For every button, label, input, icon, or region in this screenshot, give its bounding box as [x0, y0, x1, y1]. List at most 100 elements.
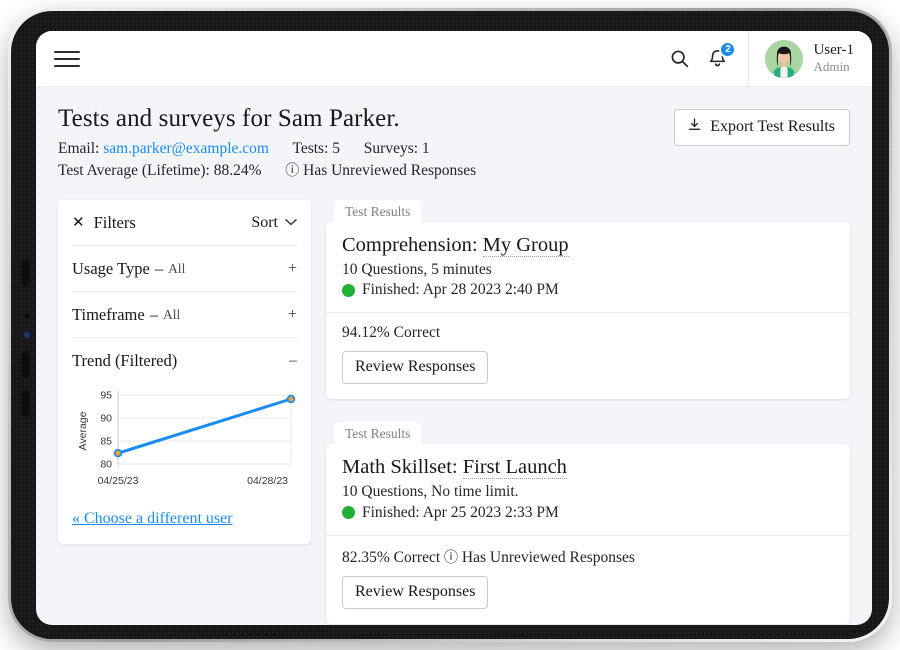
app-header: 2 User-1 Admin	[36, 31, 872, 87]
clock-alert-icon: ⓘ	[444, 550, 459, 566]
filter-dash: –	[149, 304, 158, 324]
card-score: 82.35% Correct ⓘ Has Unreviewed Response…	[342, 547, 834, 567]
filter-expand-toggle[interactable]: +	[288, 260, 297, 278]
filter-title: Usage Type	[72, 258, 150, 278]
export-test-results-button[interactable]: Export Test Results	[674, 109, 850, 146]
card-header: Math Skillset: First Launch 10 Questions…	[326, 444, 850, 536]
bell-icon[interactable]: 2	[698, 40, 737, 78]
page-header-row: Tests and surveys for Sam Parker. Email:…	[58, 105, 850, 183]
card-questions: 10 Questions, 5 minutes	[342, 260, 492, 278]
email-label: Email:	[58, 140, 100, 157]
clock-alert-icon: ⓘ	[285, 164, 300, 180]
page-content: Tests and surveys for Sam Parker. Email:…	[36, 87, 872, 625]
card-tab-label: Test Results	[334, 422, 422, 446]
device-power-button[interactable]	[21, 389, 30, 417]
trend-line-chart-svg: 95 90 85 80 Average 04/25/23 04/28/23	[77, 389, 296, 487]
device-microphone-dot	[25, 314, 29, 318]
filter-title: Timeframe	[72, 304, 145, 324]
meta-line-email: Email: sam.parker@example.com Tests: 5 S…	[58, 138, 476, 160]
filter-title: Trend (Filtered)	[72, 350, 178, 370]
trend-chart: 95 90 85 80 Average 04/25/23 04/28/23	[72, 377, 297, 504]
status-dot-finished-icon	[342, 506, 355, 520]
test-average: Test Average (Lifetime): 88.24%	[58, 162, 262, 180]
filter-collapse-toggle[interactable]: –	[289, 352, 297, 370]
card-footer: 82.35% Correct ⓘ Has Unreviewed Response…	[326, 536, 850, 624]
hamburger-icon[interactable]	[52, 46, 82, 72]
filters-title: Filters	[93, 212, 136, 232]
card-score-value: 82.35% Correct	[342, 548, 441, 566]
meta-line-average: Test Average (Lifetime): 88.24% ⓘ Has Un…	[58, 160, 476, 182]
device-bezel: 2 User-1 Admin Tests and surveys for Sam…	[11, 11, 889, 639]
card-header: Comprehension: My Group 10 Questions, 5 …	[326, 222, 850, 314]
card-title-prefix: Comprehension:	[342, 233, 478, 256]
close-icon[interactable]: ✕	[72, 213, 85, 232]
result-card-group: Test Results Comprehension: My Group 10 …	[326, 199, 850, 400]
filter-value: All	[162, 306, 181, 322]
data-point-0	[113, 448, 123, 458]
tests-count: Tests: 5	[292, 140, 341, 157]
filter-row-usage-type[interactable]: Usage Type – All +	[72, 246, 297, 292]
filter-expand-toggle[interactable]: +	[288, 306, 297, 324]
x-tick-0: 04/25/23	[98, 475, 139, 487]
surveys-count: Surveys: 1	[363, 140, 430, 157]
review-responses-button[interactable]: Review Responses	[342, 575, 489, 609]
device-volume-up-button[interactable]	[21, 259, 30, 287]
result-card-group: Test Results Math Skillset: First Launch…	[326, 422, 850, 624]
y-tick-90: 90	[100, 412, 112, 424]
user-text: User-1 Admin	[813, 42, 854, 74]
user-name: User-1	[813, 42, 854, 59]
search-icon[interactable]	[660, 40, 698, 78]
filter-row-timeframe[interactable]: Timeframe – All +	[72, 292, 297, 338]
page-title: Tests and surveys for Sam Parker.	[58, 105, 400, 132]
y-axis-label: Average	[77, 411, 89, 450]
card-tab-label: Test Results	[334, 199, 422, 223]
filters-header-row: ✕ Filters Sort	[72, 200, 297, 246]
filter-dash: –	[154, 258, 164, 278]
card-title-target[interactable]: My Group	[482, 233, 569, 257]
unreviewed-label: Has Unreviewed Responses	[303, 162, 477, 180]
page-header-text: Tests and surveys for Sam Parker. Email:…	[58, 105, 476, 183]
card-title-prefix: Math Skillset:	[342, 456, 458, 479]
avatar	[765, 39, 804, 78]
card-score-value: 94.12% Correct	[342, 324, 441, 342]
content-columns: ✕ Filters Sort Usage Type – All + Timefr…	[58, 199, 850, 625]
sort-dropdown[interactable]: Sort	[251, 214, 297, 232]
card-footer: 94.12% Correct Review Responses	[326, 313, 850, 399]
y-tick-80: 80	[100, 458, 112, 470]
export-button-label: Export Test Results	[710, 118, 835, 135]
trend-line	[116, 397, 293, 455]
device-camera-lens	[23, 331, 31, 339]
choose-different-user-link[interactable]: « Choose a different user	[72, 510, 233, 527]
y-tick-85: 85	[100, 435, 112, 447]
review-responses-button[interactable]: Review Responses	[342, 351, 489, 385]
card-status: Finished: Apr 25 2023 2:33 PM	[362, 503, 559, 521]
x-tick-1: 04/28/23	[247, 475, 288, 487]
choose-user-row: « Choose a different user	[72, 504, 297, 544]
card-score: 94.12% Correct	[342, 324, 834, 342]
card-status: Finished: Apr 28 2023 2:40 PM	[362, 281, 559, 299]
notification-badge: 2	[719, 40, 737, 58]
results-column: Test Results Comprehension: My Group 10 …	[326, 199, 850, 625]
data-point-1	[286, 394, 296, 404]
tablet-device-frame: 2 User-1 Admin Tests and surveys for Sam…	[8, 8, 892, 642]
card-status-row: Finished: Apr 25 2023 2:33 PM	[342, 504, 834, 522]
card-questions: 10 Questions, No time limit.	[342, 483, 519, 501]
download-icon	[687, 117, 702, 137]
sort-label: Sort	[251, 213, 278, 231]
app-screen: 2 User-1 Admin Tests and surveys for Sam…	[36, 31, 872, 625]
chevron-down-icon	[285, 217, 297, 229]
card-status-row: Finished: Apr 28 2023 2:40 PM	[342, 281, 834, 299]
filter-value: All	[168, 260, 186, 276]
card-title-target[interactable]: First Launch	[462, 456, 567, 480]
y-tick-95: 95	[100, 389, 112, 401]
user-role: Admin	[813, 58, 850, 74]
user-menu[interactable]: User-1 Admin	[748, 31, 872, 87]
email-link[interactable]: sam.parker@example.com	[103, 140, 269, 157]
filter-row-trend[interactable]: Trend (Filtered) –	[72, 338, 297, 377]
device-volume-down-button[interactable]	[21, 351, 30, 379]
status-dot-finished-icon	[342, 283, 355, 297]
filters-panel: ✕ Filters Sort Usage Type – All + Timefr…	[58, 199, 311, 544]
test-result-card: Comprehension: My Group 10 Questions, 5 …	[326, 221, 850, 400]
test-result-card: Math Skillset: First Launch 10 Questions…	[326, 444, 850, 624]
card-title: Math Skillset: First Launch	[342, 456, 834, 480]
